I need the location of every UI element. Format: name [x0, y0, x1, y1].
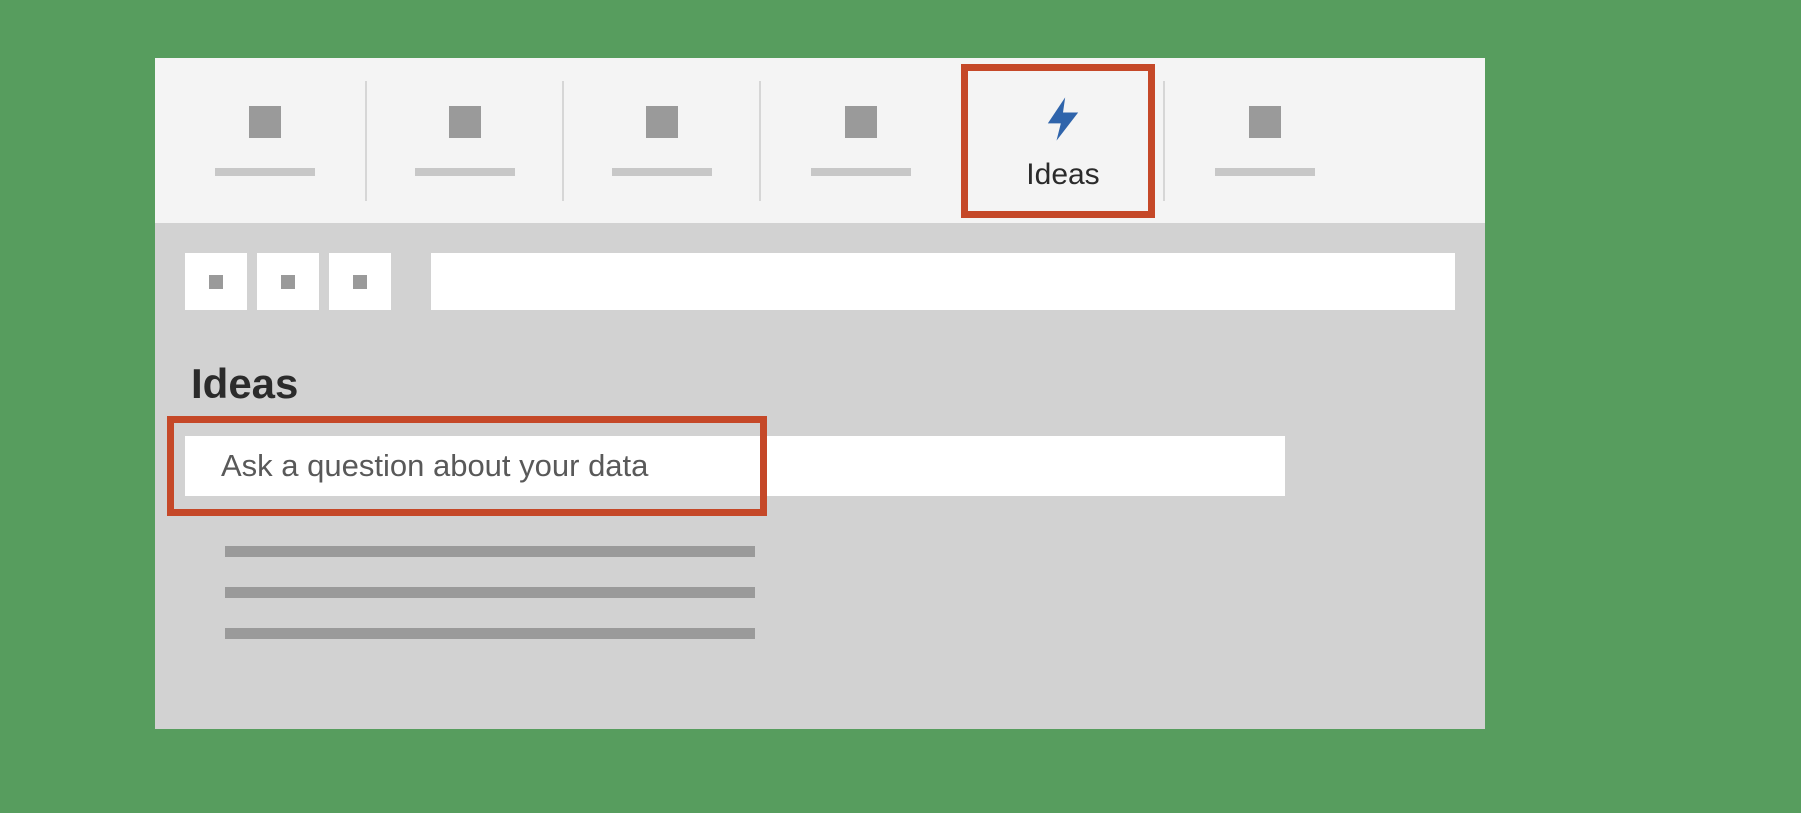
- toolbar-button-2[interactable]: [257, 253, 319, 310]
- suggestion-line: [225, 628, 755, 639]
- ribbon-group-1[interactable]: [165, 71, 365, 211]
- formula-bar[interactable]: [431, 253, 1455, 310]
- suggestion-list: [225, 546, 1455, 639]
- placeholder-icon: [449, 106, 481, 138]
- placeholder-label: [1215, 168, 1315, 176]
- ribbon-group-3[interactable]: [564, 71, 759, 211]
- placeholder-icon: [281, 275, 295, 289]
- ideas-button-label: Ideas: [1026, 158, 1099, 192]
- ideas-button[interactable]: Ideas: [963, 66, 1163, 216]
- ribbon-group-6[interactable]: [1165, 71, 1365, 211]
- placeholder-label: [215, 168, 315, 176]
- question-input-container: [185, 436, 1455, 496]
- placeholder-icon: [1249, 106, 1281, 138]
- lightning-bolt-icon: [1037, 90, 1089, 148]
- ribbon-group-4[interactable]: [761, 71, 961, 211]
- placeholder-icon: [249, 106, 281, 138]
- placeholder-label: [811, 168, 911, 176]
- placeholder-icon: [353, 275, 367, 289]
- ideas-panel: Ideas: [155, 310, 1485, 729]
- placeholder-icon: [209, 275, 223, 289]
- suggestion-line: [225, 546, 755, 557]
- toolbar-button-1[interactable]: [185, 253, 247, 310]
- placeholder-icon: [845, 106, 877, 138]
- placeholder-icon: [646, 106, 678, 138]
- ribbon: Ideas: [155, 58, 1485, 223]
- quick-toolbar: [155, 223, 1485, 310]
- suggestion-line: [225, 587, 755, 598]
- panel-title: Ideas: [191, 360, 1455, 408]
- app-window: Ideas Ideas: [155, 58, 1485, 729]
- toolbar-button-3[interactable]: [329, 253, 391, 310]
- question-input[interactable]: [185, 436, 1285, 496]
- ribbon-group-2[interactable]: [367, 71, 562, 211]
- placeholder-label: [415, 168, 515, 176]
- placeholder-label: [612, 168, 712, 176]
